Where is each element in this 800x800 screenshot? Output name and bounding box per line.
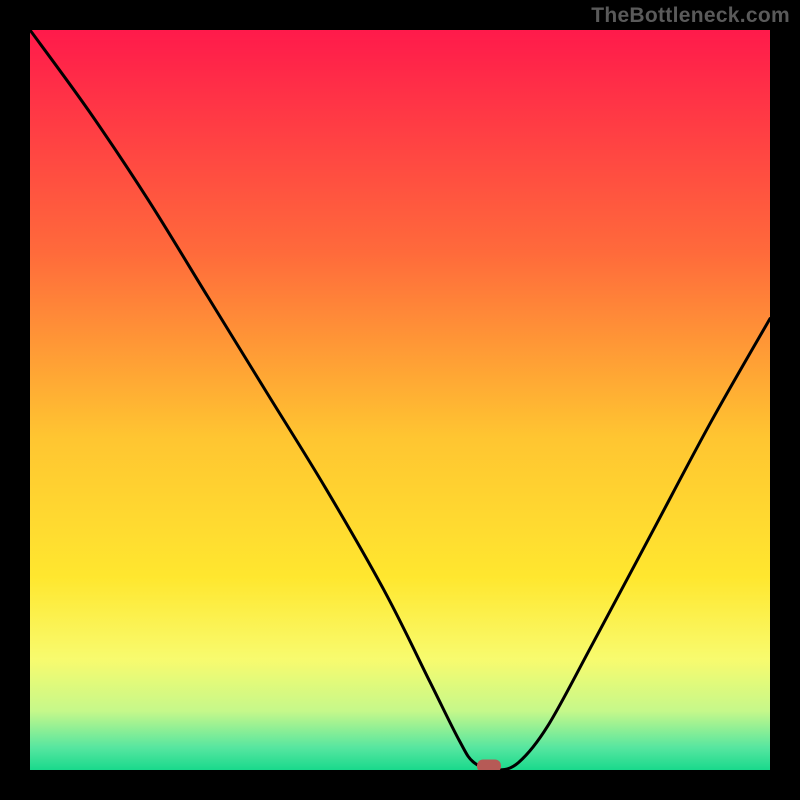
chart-frame: TheBottleneck.com [0, 0, 800, 800]
curve-line [30, 30, 770, 770]
gradient-background [30, 30, 770, 770]
watermark-text: TheBottleneck.com [591, 4, 790, 28]
plot-area [30, 30, 770, 770]
minimum-marker [477, 760, 501, 770]
